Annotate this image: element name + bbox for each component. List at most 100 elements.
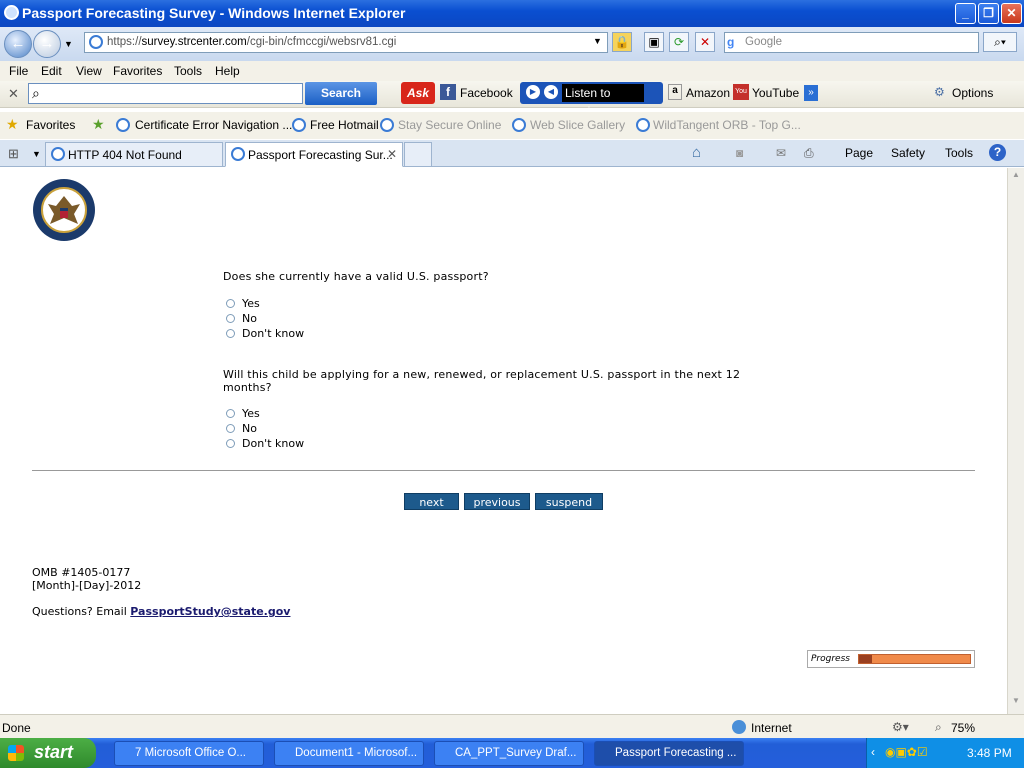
- volume-icon[interactable]: ◀: [544, 85, 558, 99]
- music-player[interactable]: ▶ ◀ Listen to music: [520, 82, 663, 118]
- radio-button[interactable]: [226, 409, 235, 418]
- radio-button[interactable]: [226, 299, 235, 308]
- favorites-button[interactable]: Favorites: [26, 118, 75, 132]
- restore-button[interactable]: ❐: [978, 3, 999, 24]
- toolbar-search-input[interactable]: ⌕: [28, 83, 303, 104]
- tab-label: Passport Forecasting Sur...: [248, 148, 393, 162]
- youtube-button[interactable]: YouTube: [752, 86, 799, 100]
- progress-fill: [859, 655, 873, 663]
- recent-pages-dropdown-icon[interactable]: ▼: [64, 39, 73, 49]
- email-link[interactable]: PassportStudy@state.gov: [130, 605, 290, 618]
- start-button[interactable]: start: [0, 738, 96, 768]
- quick-tabs-icon[interactable]: ⊞: [8, 146, 28, 162]
- progress-bar: [858, 654, 971, 664]
- feeds-icon[interactable]: ◙: [736, 146, 743, 160]
- zoom-level[interactable]: 75%: [951, 721, 975, 735]
- compatibility-icon[interactable]: ▣: [644, 32, 664, 52]
- ask-logo[interactable]: Ask: [401, 82, 435, 104]
- options-button[interactable]: Options: [952, 86, 993, 100]
- option-label: Yes: [242, 407, 260, 420]
- home-icon[interactable]: ⌂: [692, 144, 701, 161]
- amazon-button[interactable]: Amazon: [686, 86, 730, 100]
- taskbar-ca-ppt-survey[interactable]: CA_PPT_Survey Draf...: [434, 741, 584, 766]
- window-title: Passport Forecasting Survey - Windows In…: [22, 5, 406, 21]
- progress-indicator: Progress: [807, 650, 975, 668]
- menu-favorites[interactable]: Favorites: [113, 64, 162, 78]
- scroll-up-icon[interactable]: ▲: [1009, 170, 1023, 184]
- close-window-button[interactable]: ✕: [1001, 3, 1022, 24]
- fav-wildtangent[interactable]: WildTangent ORB - Top G...: [653, 118, 801, 132]
- new-tab-button[interactable]: [404, 142, 432, 167]
- questions-line: Questions? Email PassportStudy@state.gov: [32, 605, 290, 618]
- lock-icon[interactable]: 🔒: [612, 32, 632, 52]
- protected-mode-icon[interactable]: ⚙▾: [892, 720, 909, 734]
- play-icon[interactable]: ▶: [526, 85, 540, 99]
- url-dropdown-icon[interactable]: ▼: [593, 36, 602, 46]
- menu-help[interactable]: Help: [215, 64, 240, 78]
- search-go-icon[interactable]: ⌕▾: [983, 32, 1017, 52]
- tab-passport-survey[interactable]: Passport Forecasting Sur... ✕: [225, 142, 403, 167]
- status-text: Done: [2, 721, 31, 735]
- taskbar-outlook[interactable]: 7 Microsoft Office O...: [114, 741, 264, 766]
- tray-expand-icon[interactable]: ‹: [871, 745, 875, 759]
- tools-menu[interactable]: Tools: [945, 146, 973, 160]
- department-of-state-seal: [33, 179, 95, 241]
- previous-button[interactable]: previous: [464, 493, 530, 510]
- print-icon[interactable]: ⎙: [804, 146, 814, 161]
- tab-list-dropdown-icon[interactable]: ▼: [32, 149, 41, 159]
- radio-button[interactable]: [226, 314, 235, 323]
- survey-date: [Month]-[Day]-2012: [32, 579, 142, 592]
- ie-icon: [4, 5, 19, 20]
- page-menu[interactable]: Page: [845, 146, 873, 160]
- scroll-down-icon[interactable]: ▼: [1009, 696, 1023, 710]
- refresh-icon[interactable]: ⟳: [669, 32, 689, 52]
- close-toolbar-icon[interactable]: ✕: [8, 86, 19, 102]
- close-tab-icon[interactable]: ✕: [387, 147, 397, 161]
- radio-button[interactable]: [226, 424, 235, 433]
- vertical-scrollbar[interactable]: ▲ ▼: [1007, 168, 1024, 714]
- fav-web-slice-gallery[interactable]: Web Slice Gallery: [530, 118, 625, 132]
- title-bar: Passport Forecasting Survey - Windows In…: [0, 0, 1024, 27]
- radio-button[interactable]: [226, 329, 235, 338]
- minimize-button[interactable]: _: [955, 3, 976, 24]
- more-chevron-icon[interactable]: »: [804, 85, 818, 101]
- tray-app-icons[interactable]: ◉▣✿☑: [885, 745, 928, 759]
- music-label: Listen to music: [562, 84, 644, 118]
- option-label: Yes: [242, 297, 260, 310]
- help-icon[interactable]: ?: [989, 144, 1006, 161]
- fav-certificate-error[interactable]: Certificate Error Navigation ...: [135, 118, 292, 132]
- url-field[interactable]: https://survey.strcenter.com/cgi-bin/cfm…: [84, 32, 608, 53]
- menu-file[interactable]: File: [9, 64, 28, 78]
- progress-label: Progress: [811, 654, 850, 664]
- system-tray: ‹ ◉▣✿☑ 3:48 PM: [866, 738, 1024, 768]
- taskbar-document1[interactable]: Document1 - Microsof...: [274, 741, 424, 766]
- menu-edit[interactable]: Edit: [41, 64, 62, 78]
- search-input[interactable]: g Google: [724, 32, 979, 53]
- menu-tools[interactable]: Tools: [174, 64, 202, 78]
- fav-free-hotmail[interactable]: Free Hotmail: [310, 118, 379, 132]
- option-label: Don't know: [242, 437, 305, 450]
- tab-http-404[interactable]: HTTP 404 Not Found: [45, 142, 223, 167]
- back-button[interactable]: ←: [4, 30, 32, 58]
- facebook-icon: f: [440, 84, 456, 100]
- safety-menu[interactable]: Safety: [891, 146, 925, 160]
- facebook-button[interactable]: Facebook: [460, 86, 513, 100]
- forward-button[interactable]: →: [33, 30, 61, 58]
- status-bar: Done Internet ⚙▾ ⌕ 75%: [0, 714, 1024, 738]
- ie-page-icon: [292, 118, 306, 132]
- taskbar-passport-survey[interactable]: Passport Forecasting ...: [594, 741, 744, 766]
- menu-view[interactable]: View: [76, 64, 102, 78]
- google-icon: g: [727, 35, 735, 49]
- stop-icon[interactable]: ✕: [695, 32, 715, 52]
- fav-stay-secure[interactable]: Stay Secure Online: [398, 118, 501, 132]
- page-content: Does she currently have a valid U.S. pas…: [0, 168, 1007, 714]
- suspend-button[interactable]: suspend: [535, 493, 603, 510]
- mail-icon[interactable]: ✉: [776, 146, 786, 160]
- option-label: Don't know: [242, 327, 305, 340]
- toolbar-search-button[interactable]: Search: [305, 82, 377, 105]
- radio-button[interactable]: [226, 439, 235, 448]
- add-favorite-icon[interactable]: ★: [92, 116, 105, 133]
- next-button[interactable]: next: [404, 493, 459, 510]
- windows-logo-icon: [8, 745, 24, 761]
- option-label: No: [242, 422, 257, 435]
